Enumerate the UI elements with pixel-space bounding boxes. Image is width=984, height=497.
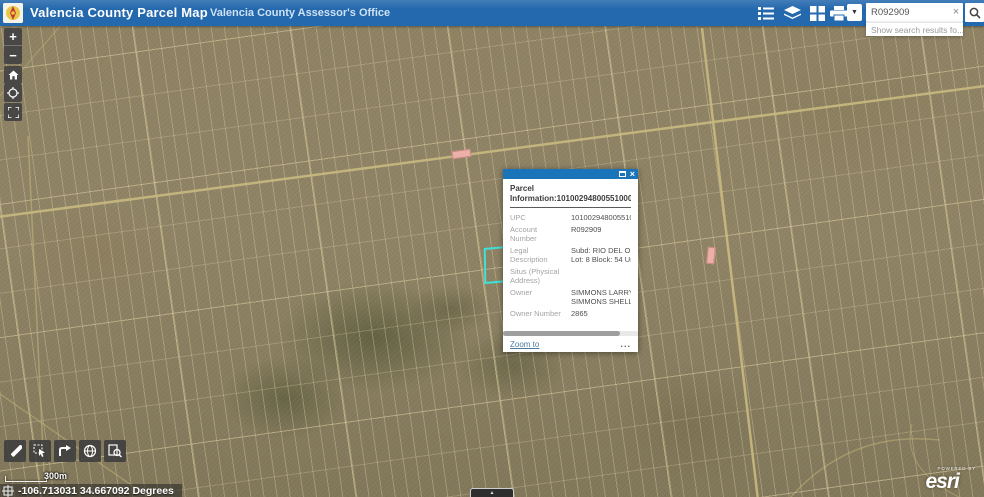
app-window: Valencia County Parcel Map Valencia Coun…	[0, 0, 984, 497]
field-label: Legal Description	[510, 246, 565, 264]
zoom-to-link[interactable]: Zoom to	[510, 340, 539, 349]
search-document-icon	[108, 444, 122, 458]
search-button[interactable]	[965, 3, 984, 22]
field-label: Account Number	[510, 225, 565, 243]
search-clear-icon[interactable]: ×	[950, 5, 962, 19]
county-seal-logo	[3, 3, 23, 23]
esri-attribution: POWERED BY esri	[925, 466, 976, 492]
basemap-gallery-button[interactable]	[807, 4, 827, 22]
map-canvas[interactable]	[0, 26, 984, 497]
page-subtitle: Valencia County Assessor's Office	[210, 7, 390, 19]
field-row: Legal Description Subd: RIO DEL OR Lot: …	[510, 246, 631, 264]
extent-corners-icon	[8, 107, 19, 118]
popup-footer: Zoom to ...	[503, 336, 638, 352]
field-value	[571, 267, 631, 285]
popup-titlebar: ×	[503, 169, 638, 179]
field-row: UPC 10100294800551000	[510, 213, 631, 222]
parcel-info-popup: × Parcel Information:10100294800551000 U…	[503, 169, 638, 352]
select-cursor-icon	[33, 444, 47, 458]
field-value: SIMMONS LARRY SIMMONS SHELLY	[571, 288, 631, 306]
legend-button[interactable]	[756, 4, 776, 22]
basemap-tool-button[interactable]	[79, 440, 101, 462]
field-label: Situs (Physical Address)	[510, 267, 565, 285]
field-value: 10100294800551000	[571, 213, 631, 222]
query-tool-button[interactable]	[104, 440, 126, 462]
field-label: UPC	[510, 213, 565, 222]
field-row: Situs (Physical Address)	[510, 267, 631, 285]
field-value: R092909	[571, 225, 631, 243]
legend-list-icon	[758, 7, 774, 20]
zoom-in-button[interactable]: +	[4, 28, 22, 46]
select-tool-button[interactable]	[29, 440, 51, 462]
coordinate-readout: -106.713031 34.667092 Degrees	[0, 484, 182, 497]
popup-title: Parcel Information:10100294800551000	[510, 184, 631, 204]
page-title: Valencia County Parcel Map	[30, 5, 208, 20]
print-button[interactable]	[829, 4, 849, 22]
scale-bar	[5, 476, 47, 482]
my-location-button[interactable]	[4, 84, 22, 102]
search-source-dropdown[interactable]: ▼	[847, 4, 862, 21]
zoom-out-button[interactable]: −	[4, 46, 22, 64]
layers-button[interactable]	[782, 4, 802, 22]
scale-label: 300m	[44, 471, 67, 481]
search-suggestion-item[interactable]: Show search results fo...	[866, 22, 963, 36]
layers-icon	[784, 6, 801, 21]
home-icon	[8, 70, 19, 80]
field-label: Owner	[510, 288, 565, 306]
globe-icon	[83, 444, 97, 458]
home-extent-button[interactable]	[4, 66, 22, 84]
field-value: Subd: RIO DEL OR Lot: 8 Block: 54 Ur	[571, 246, 631, 264]
field-row: Owner Number 2865	[510, 309, 631, 318]
field-value: 2865	[571, 309, 631, 318]
search-icon	[969, 7, 981, 19]
popup-close-icon[interactable]: ×	[630, 170, 635, 178]
measurement-tool-button[interactable]	[54, 440, 76, 462]
popup-maximize-icon[interactable]	[619, 171, 626, 177]
full-extent-button[interactable]	[4, 103, 22, 121]
printer-icon	[830, 6, 848, 21]
locate-icon	[7, 87, 19, 99]
search-input[interactable]	[866, 3, 963, 22]
zoom-control-group: + −	[4, 28, 22, 64]
field-row: Account Number R092909	[510, 225, 631, 243]
esri-logo: esri	[925, 471, 976, 492]
app-header: Valencia County Parcel Map Valencia Coun…	[0, 0, 984, 26]
bent-arrow-icon	[58, 444, 72, 458]
pencil-icon	[9, 445, 22, 458]
crosshair-icon[interactable]	[2, 485, 14, 497]
grid-icon	[810, 6, 825, 21]
popup-body: Parcel Information:10100294800551000 UPC…	[503, 179, 638, 352]
field-label: Owner Number	[510, 309, 565, 318]
draw-tool-button[interactable]	[4, 440, 26, 462]
popup-more-menu[interactable]: ...	[620, 342, 631, 347]
popup-divider	[510, 207, 631, 208]
attribute-table-toggle[interactable]: ▲	[470, 488, 514, 497]
powered-by-text: POWERED BY	[937, 466, 976, 471]
field-row: Owner SIMMONS LARRY SIMMONS SHELLY	[510, 288, 631, 306]
coordinates-text: -106.713031 34.667092 Degrees	[18, 485, 174, 497]
